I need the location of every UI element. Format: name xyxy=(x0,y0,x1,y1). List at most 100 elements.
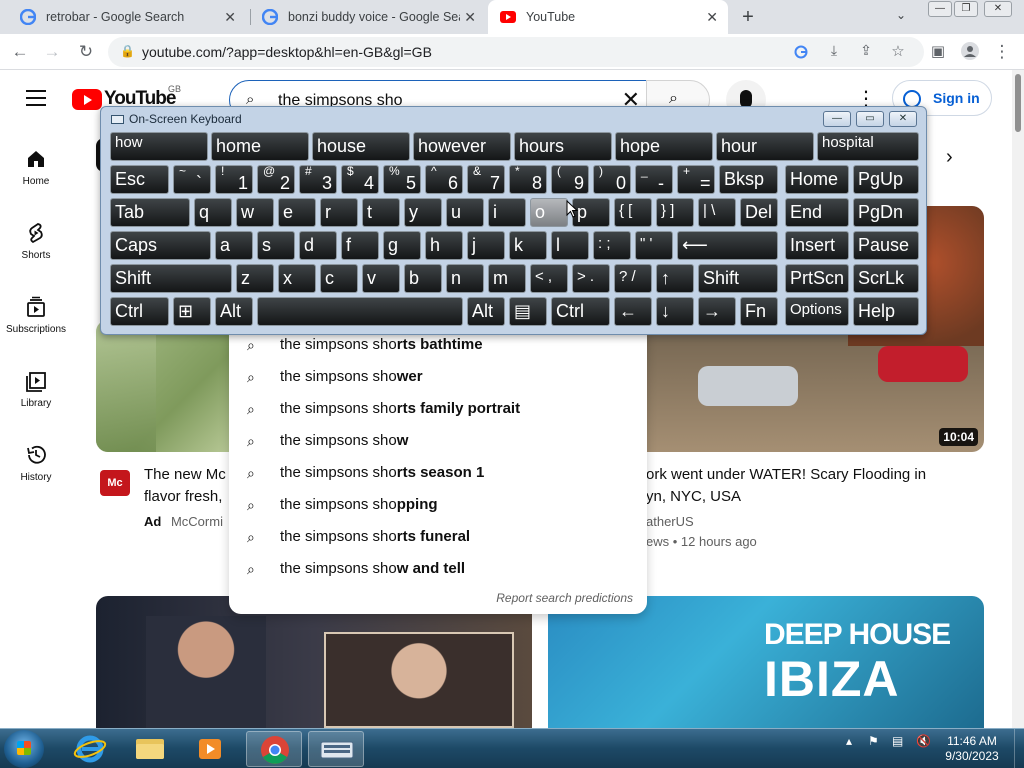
key-equals[interactable]: + = xyxy=(677,165,715,194)
install-icon[interactable]: ⤓ xyxy=(824,42,844,59)
prediction-key[interactable]: hour xyxy=(716,132,814,161)
key-j[interactable]: j xyxy=(467,231,505,260)
key-enter[interactable]: ⟵ xyxy=(677,231,778,260)
profile-icon[interactable] xyxy=(960,42,980,65)
key-n[interactable]: n xyxy=(446,264,484,293)
context-menu-key-icon[interactable]: ▤ xyxy=(509,297,547,326)
key-semicolon[interactable]: : ; xyxy=(593,231,631,260)
tab-bonzi-buddy[interactable]: bonzi buddy voice - Google Sear ✕ xyxy=(250,0,486,34)
key-pgup[interactable]: PgUp xyxy=(853,165,919,194)
prediction-key[interactable]: hours xyxy=(514,132,612,161)
key-o[interactable]: o xyxy=(530,198,568,227)
tab-youtube[interactable]: YouTube ✕ xyxy=(488,0,728,34)
page-scrollbar[interactable] xyxy=(1012,70,1024,728)
close-icon[interactable]: ✕ xyxy=(224,9,236,26)
reload-icon[interactable]: ↻ xyxy=(76,42,96,62)
osk-close-button[interactable]: ✕ xyxy=(889,111,917,127)
osk-maximize-button[interactable]: ▭ xyxy=(856,111,884,127)
key-h[interactable]: h xyxy=(425,231,463,260)
address-bar[interactable]: 🔒 youtube.com/?app=desktop&hl=en-GB&gl=G… xyxy=(108,37,924,67)
key-home[interactable]: Home xyxy=(785,165,849,194)
windows-key-icon[interactable]: ⊞ xyxy=(173,297,211,326)
key-y[interactable]: y xyxy=(404,198,442,227)
key-c[interactable]: c xyxy=(320,264,358,293)
key-u[interactable]: u xyxy=(446,198,484,227)
hamburger-menu-icon[interactable] xyxy=(26,90,46,106)
key-shift-right[interactable]: Shift xyxy=(698,264,778,293)
start-button[interactable] xyxy=(4,730,44,768)
prediction-key[interactable]: house xyxy=(312,132,410,161)
flood-title[interactable]: ork went under WATER! Scary Flooding in … xyxy=(646,464,926,508)
suggestion-item[interactable]: ⌕ the simpsons show xyxy=(229,426,647,458)
prediction-key[interactable]: hope xyxy=(615,132,713,161)
key-options[interactable]: Options xyxy=(785,297,849,326)
bookmark-star-icon[interactable]: ☆ xyxy=(888,42,908,60)
key-2[interactable]: @2 xyxy=(257,165,295,194)
close-icon[interactable]: ✕ xyxy=(706,9,718,26)
suggestion-item[interactable]: ⌕ the simpsons show and tell xyxy=(229,554,647,586)
key-a[interactable]: a xyxy=(215,231,253,260)
key-arrow-right[interactable]: → xyxy=(698,297,736,326)
key-f[interactable]: f xyxy=(341,231,379,260)
key-tilde[interactable]: ~ ` xyxy=(173,165,211,194)
key-comma[interactable]: < , xyxy=(530,264,568,293)
ad-title[interactable]: The new Mc flavor fresh, xyxy=(144,464,226,508)
key-k[interactable]: k xyxy=(509,231,547,260)
action-center-icon[interactable]: ⚑ xyxy=(868,734,879,748)
guide-item-history[interactable]: History xyxy=(0,444,72,483)
key-end[interactable]: End xyxy=(785,198,849,227)
key-d[interactable]: d xyxy=(299,231,337,260)
tab-retrobar[interactable]: retrobar - Google Search ✕ xyxy=(8,0,246,34)
flood-channel[interactable]: atherUS xyxy=(646,514,694,529)
key-slash[interactable]: ? / xyxy=(614,264,652,293)
key-backslash[interactable]: | \ xyxy=(698,198,736,227)
key-fn[interactable]: Fn xyxy=(740,297,778,326)
key-prtscn[interactable]: PrtScn xyxy=(785,264,849,293)
system-clock[interactable]: 11:46 AM 9/30/2023 xyxy=(940,734,1004,764)
guide-item-shorts[interactable]: Shorts xyxy=(0,222,72,261)
key-q[interactable]: q xyxy=(194,198,232,227)
key-b[interactable]: b xyxy=(404,264,442,293)
prediction-key[interactable]: home xyxy=(211,132,309,161)
suggestion-item[interactable]: ⌕ the simpsons shorts season 1 xyxy=(229,458,647,490)
key-r[interactable]: r xyxy=(320,198,358,227)
file-explorer-icon[interactable] xyxy=(122,731,178,767)
google-lens-icon[interactable] xyxy=(794,45,808,59)
key-8[interactable]: * 8 xyxy=(509,165,547,194)
key-tab[interactable]: Tab xyxy=(110,198,190,227)
kebab-menu-icon[interactable]: ⋮ xyxy=(992,42,1012,62)
close-icon[interactable]: ✕ xyxy=(464,9,476,26)
network-icon[interactable]: ▤ xyxy=(892,734,903,748)
ibiza-thumbnail[interactable]: DEEP HOUSE IBIZA xyxy=(548,596,984,728)
mccormick-logo[interactable]: Mc xyxy=(100,470,130,496)
prediction-key[interactable]: how xyxy=(110,132,208,161)
forward-arrow-icon[interactable]: → xyxy=(42,42,62,62)
key-3[interactable]: #3 xyxy=(299,165,337,194)
key-insert[interactable]: Insert xyxy=(785,231,849,260)
minimize-button[interactable]: — xyxy=(928,1,952,17)
key-w[interactable]: w xyxy=(236,198,274,227)
internet-explorer-icon[interactable] xyxy=(62,731,118,767)
osk-title-bar[interactable]: On-Screen Keyboard xyxy=(111,112,242,126)
suggestion-item[interactable]: ⌕ the simpsons shorts funeral xyxy=(229,522,647,554)
on-screen-keyboard-app-icon[interactable] xyxy=(308,731,364,767)
key-z[interactable]: z xyxy=(236,264,274,293)
key-scrlk[interactable]: ScrLk xyxy=(853,264,919,293)
close-window-button[interactable]: ✕ xyxy=(984,1,1012,17)
key-backspace[interactable]: Bksp xyxy=(719,165,778,194)
guide-item-subscriptions[interactable]: Subscriptions xyxy=(0,296,72,335)
guide-item-library[interactable]: Library xyxy=(0,370,72,409)
prediction-key[interactable]: hospital xyxy=(817,132,919,161)
key-0[interactable]: ) 0 xyxy=(593,165,631,194)
key-period[interactable]: > . xyxy=(572,264,610,293)
key-x[interactable]: x xyxy=(278,264,316,293)
key-7[interactable]: & 7 xyxy=(467,165,505,194)
key-bracket-open[interactable]: { [ xyxy=(614,198,652,227)
key-1[interactable]: ! 1 xyxy=(215,165,253,194)
suggestion-item[interactable]: ⌕ the simpsons shopping xyxy=(229,490,647,522)
key-6[interactable]: ^ 6 xyxy=(425,165,463,194)
key-e[interactable]: e xyxy=(278,198,316,227)
media-player-icon[interactable] xyxy=(182,731,238,767)
new-tab-button[interactable]: + xyxy=(738,6,758,29)
key-arrow-up[interactable]: ↑ xyxy=(656,264,694,293)
